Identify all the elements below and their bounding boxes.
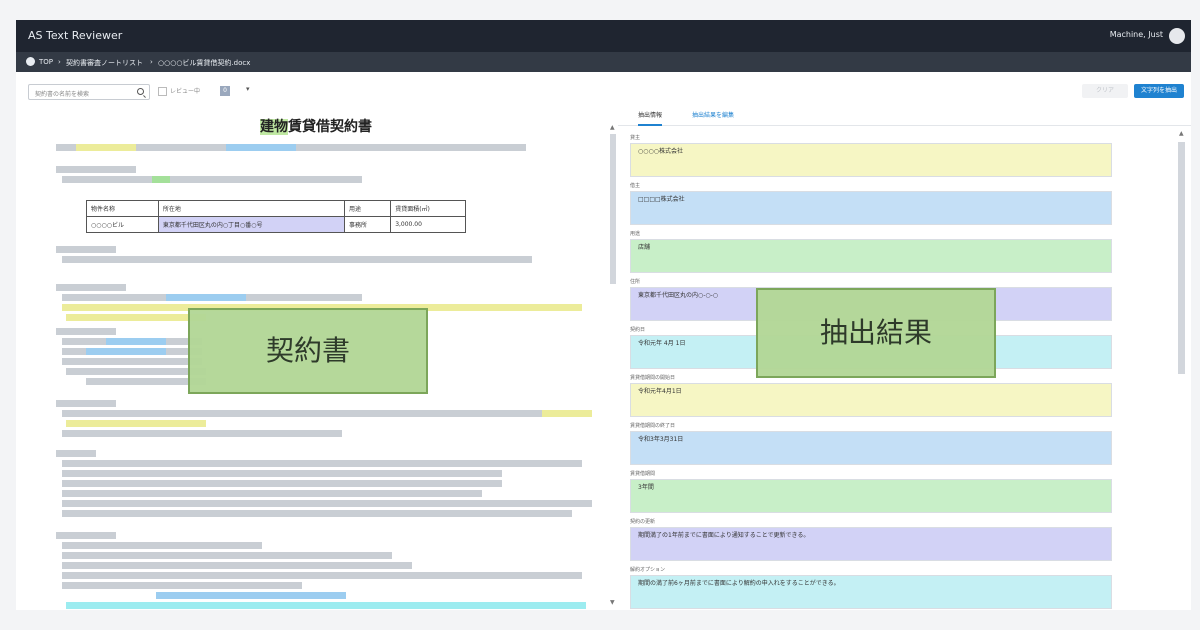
breadcrumb-current: ○○○○ビル賃貸借契約.docx bbox=[158, 59, 251, 67]
table-cell: 3,000.00 bbox=[390, 216, 466, 233]
field-label: 賃貸借期間 bbox=[630, 471, 656, 477]
document-text-line bbox=[62, 470, 502, 477]
document-text-line bbox=[56, 166, 136, 173]
document-highlight bbox=[166, 294, 246, 301]
field-input[interactable]: 令和3年3月31日 bbox=[630, 431, 1112, 465]
review-checkbox-label: レビュー中 bbox=[170, 88, 201, 95]
document-highlight bbox=[542, 410, 592, 417]
result-callout: 抽出結果 bbox=[756, 288, 996, 378]
field-label: 住所 bbox=[630, 279, 641, 285]
scroll-down-icon[interactable]: ▼ bbox=[610, 599, 615, 606]
document-highlight bbox=[76, 144, 136, 151]
document-highlight bbox=[152, 176, 170, 183]
app-header: AS Text Reviewer Machine, Just bbox=[16, 20, 1191, 52]
document-title: 建物賃貸借契約書 bbox=[26, 116, 606, 136]
field-input[interactable]: 令和元年4月1日 bbox=[630, 383, 1112, 417]
document-text-line bbox=[62, 552, 392, 559]
tab-bar: 抽出情報 抽出結果を編集 bbox=[618, 104, 1191, 126]
table-cell: 所在地 bbox=[157, 200, 345, 217]
document-highlight bbox=[226, 144, 296, 151]
document-text-line bbox=[56, 246, 116, 253]
tab-extracted-info[interactable]: 抽出情報 bbox=[638, 110, 663, 126]
field-input[interactable]: 期間の満了前6ヶ月前までに書面により解約の申入れをすることができる。 bbox=[630, 575, 1112, 609]
document-text-line bbox=[56, 532, 116, 539]
field-label: 賃貸借期間の開始日 bbox=[630, 375, 676, 381]
document-text-line bbox=[56, 400, 116, 407]
document-text-line bbox=[56, 284, 126, 291]
table-row: 物件名称 所在地 用途 賃貸面積(㎡) bbox=[86, 200, 466, 217]
scroll-up-icon[interactable]: ▲ bbox=[1179, 130, 1184, 137]
document-text-line bbox=[62, 256, 532, 263]
document-text-line bbox=[62, 490, 482, 497]
app-window: AS Text Reviewer Machine, Just TOP › 契約書… bbox=[16, 20, 1191, 610]
field-input[interactable]: 期間満了の1年前までに書面により通知することで更新できる。 bbox=[630, 527, 1112, 561]
table-cell: ○○○○ビル bbox=[86, 216, 159, 233]
count-badge: 0 bbox=[220, 86, 230, 96]
property-table: 物件名称 所在地 用途 賃貸面積(㎡) ○○○○ビル 東京都千代田区丸の内○丁目… bbox=[86, 200, 466, 233]
table-cell: 東京都千代田区丸の内○丁目○番○号 bbox=[157, 216, 345, 233]
document-text-line bbox=[62, 562, 412, 569]
breadcrumb-top[interactable]: TOP bbox=[39, 58, 53, 66]
field-label: 借主 bbox=[630, 183, 641, 189]
breadcrumb-list[interactable]: 契約書審査ノートリスト bbox=[66, 58, 143, 68]
panel-scrollbar[interactable] bbox=[1178, 142, 1185, 374]
table-row: ○○○○ビル 東京都千代田区丸の内○丁目○番○号 事務所 3,000.00 bbox=[86, 216, 466, 233]
document-text-line bbox=[56, 450, 96, 457]
document-text-line bbox=[62, 582, 302, 589]
field-input[interactable]: □□□□株式会社 bbox=[630, 191, 1112, 225]
breadcrumb: TOP › 契約書審査ノートリスト › ○○○○ビル賃貸借契約.docx bbox=[16, 52, 1191, 72]
clear-button[interactable]: クリア bbox=[1082, 84, 1128, 98]
document-callout: 契約書 bbox=[188, 308, 428, 394]
scroll-up-icon[interactable]: ▲ bbox=[610, 124, 615, 131]
table-cell: 事務所 bbox=[343, 216, 392, 233]
document-text-line bbox=[62, 510, 572, 517]
document-highlight bbox=[86, 348, 166, 355]
field-label: 賃貸借期間の終了日 bbox=[630, 423, 676, 429]
tab-edit-results[interactable]: 抽出結果を編集 bbox=[692, 110, 734, 119]
field-label: 契約日 bbox=[630, 327, 646, 333]
review-filter[interactable]: レビュー中 bbox=[158, 86, 200, 96]
document-text-line bbox=[66, 368, 206, 375]
user-name[interactable]: Machine, Just bbox=[1110, 30, 1163, 39]
document-text-line bbox=[62, 410, 542, 417]
document-title-text: 賃貸借契約書 bbox=[288, 119, 372, 135]
document-highlight bbox=[66, 602, 586, 609]
document-title-highlight: 建物 bbox=[260, 119, 288, 135]
home-icon[interactable] bbox=[26, 57, 35, 66]
document-highlight bbox=[106, 338, 166, 345]
field-label: 契約の更新 bbox=[630, 519, 656, 525]
document-text-line bbox=[62, 176, 362, 183]
field-input[interactable]: 3年間 bbox=[630, 479, 1112, 513]
document-highlight bbox=[66, 314, 206, 321]
avatar[interactable] bbox=[1169, 28, 1185, 44]
document-text-line bbox=[62, 358, 202, 365]
table-cell: 物件名称 bbox=[86, 200, 159, 217]
field-label: 用途 bbox=[630, 231, 641, 237]
document-text-line bbox=[62, 572, 582, 579]
document-highlight bbox=[66, 420, 206, 427]
field-label: 解約オプション bbox=[630, 567, 666, 573]
document-scrollbar[interactable] bbox=[610, 134, 616, 284]
review-checkbox[interactable] bbox=[158, 87, 167, 96]
document-text-line bbox=[62, 500, 592, 507]
document-text-line bbox=[62, 480, 502, 487]
app-title: AS Text Reviewer bbox=[28, 29, 123, 42]
field-input[interactable]: ○○○○株式会社 bbox=[630, 143, 1112, 177]
chevron-down-icon[interactable]: ▾ bbox=[246, 85, 250, 93]
table-cell: 用途 bbox=[343, 200, 392, 217]
search-icon[interactable] bbox=[137, 88, 144, 95]
table-cell: 賃貸面積(㎡) bbox=[390, 200, 466, 217]
document-text-line bbox=[62, 460, 582, 467]
field-input[interactable]: 店舗 bbox=[630, 239, 1112, 273]
search-input[interactable]: 契約書の名前を検索 bbox=[28, 84, 150, 100]
document-highlight bbox=[156, 592, 346, 599]
extract-button[interactable]: 文字列を抽出 bbox=[1134, 84, 1184, 98]
document-text-line bbox=[56, 328, 116, 335]
field-label: 貸主 bbox=[630, 135, 641, 141]
search-placeholder: 契約書の名前を検索 bbox=[35, 91, 90, 98]
document-text-line bbox=[62, 430, 342, 437]
document-text-line bbox=[62, 542, 262, 549]
